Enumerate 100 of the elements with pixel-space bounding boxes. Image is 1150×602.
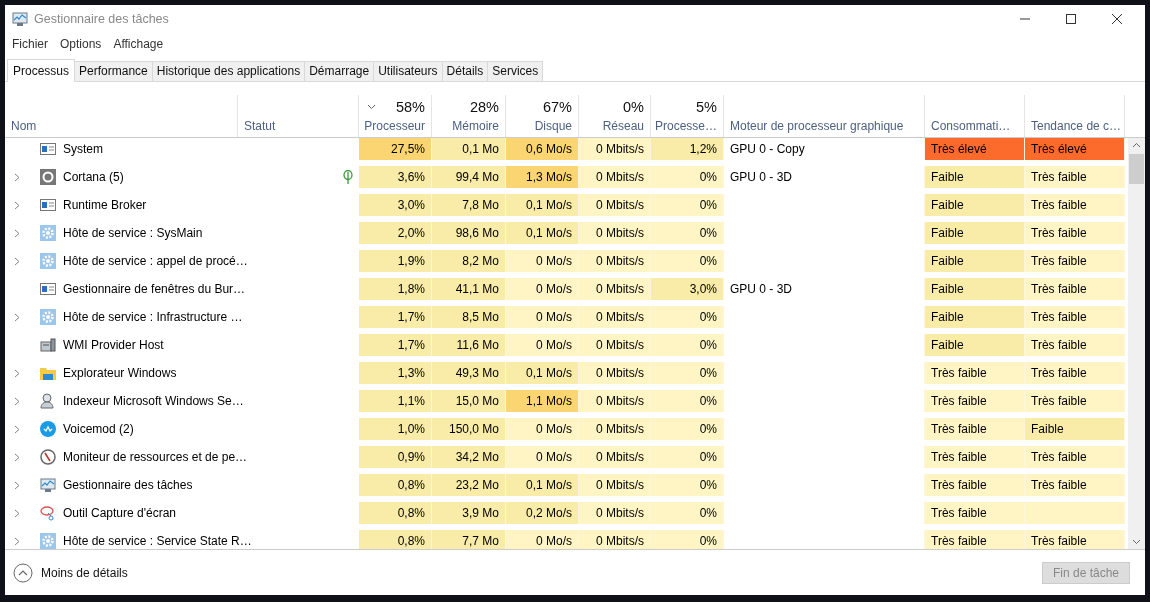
table-cell: 0,8% xyxy=(359,474,432,496)
process-row[interactable]: Hôte de service : Service State R… 0,8% 7,7 Mo 0 Mo/s 0 Mbits/s 0% Très faible Très faible xyxy=(5,530,1125,549)
table-cell: Très faible xyxy=(1025,194,1125,216)
tab[interactable]: Utilisateurs xyxy=(373,61,443,81)
window-title: Gestionnaire des tâches xyxy=(34,12,170,26)
chevron-right-icon[interactable] xyxy=(14,368,20,378)
chevron-right-icon[interactable] xyxy=(14,200,20,210)
column-label: Processeur xyxy=(364,119,425,133)
menu-item[interactable]: Options xyxy=(60,37,102,51)
process-row[interactable]: Outil Capture d'écran 0,8% 3,9 Mo 0,2 Mo/s 0 Mbits/s 0% Très faible xyxy=(5,502,1125,530)
table-cell: 0,9% xyxy=(359,446,432,468)
user-magnifier-icon xyxy=(40,393,56,409)
process-name: Indexeur Microsoft Windows Se… xyxy=(63,394,244,408)
tab[interactable]: Détails xyxy=(441,61,489,81)
gear-icon xyxy=(40,253,56,269)
chevron-right-icon[interactable] xyxy=(14,536,20,546)
process-row[interactable]: Hôte de service : appel de procé… 1,9% 8,2 Mo 0 Mo/s 0 Mbits/s 0% Faible Très faible xyxy=(5,250,1125,278)
usage-percent: 5% xyxy=(696,99,717,115)
column-header[interactable]: 28% Mémoire xyxy=(432,95,506,137)
column-header[interactable]: Moteur de processeur graphique xyxy=(724,95,925,137)
tab[interactable]: Historique des applications xyxy=(151,61,306,81)
table-cell: 3,6% xyxy=(359,166,432,188)
column-label: Processe… xyxy=(654,119,717,133)
process-row[interactable]: System 27,5% 0,1 Mo 0,6 Mo/s 0 Mbits/s 1,2% GPU 0 - Copy Très élevé Très élevé xyxy=(5,138,1125,166)
process-name: Hôte de service : appel de procé… xyxy=(63,254,248,268)
scrollbar-thumb[interactable] xyxy=(1129,154,1144,184)
process-row[interactable]: Cortana (5) 3,6% 99,4 Mo 1,3 Mo/s 0 Mbits/s 0% GPU 0 - 3D Faible Très faible xyxy=(5,166,1125,194)
column-header[interactable]: Statut xyxy=(238,95,359,137)
table-cell: 3,0% xyxy=(651,278,724,300)
table-cell: Très élevé xyxy=(925,138,1025,160)
table-cell: Très faible xyxy=(1025,166,1125,188)
process-row[interactable]: Runtime Broker 3,0% 7,8 Mo 0,1 Mo/s 0 Mbits/s 0% Faible Très faible xyxy=(5,194,1125,222)
menu-item[interactable]: Fichier xyxy=(12,37,48,51)
table-cell: 0% xyxy=(651,362,724,384)
chevron-right-icon[interactable] xyxy=(14,228,20,238)
process-name: System xyxy=(63,142,103,156)
column-header[interactable]: 0% Réseau xyxy=(579,95,651,137)
process-row[interactable]: Explorateur Windows 1,3% 49,3 Mo 0,1 Mo/s 0 Mbits/s 0% Très faible Très faible xyxy=(5,362,1125,390)
table-cell: Très faible xyxy=(925,474,1025,496)
chevron-right-icon[interactable] xyxy=(14,424,20,434)
table-cell: 34,2 Mo xyxy=(432,446,506,468)
table-cell: 0 Mbits/s xyxy=(579,250,651,272)
table-cell: 0 Mbits/s xyxy=(579,334,651,356)
menu-item[interactable]: Affichage xyxy=(113,37,164,51)
gear-icon xyxy=(40,533,56,549)
table-cell: 0% xyxy=(651,306,724,328)
table-cell: 3,9 Mo xyxy=(432,502,506,524)
column-header[interactable]: Consommati… xyxy=(925,95,1025,137)
tab[interactable]: Démarrage xyxy=(304,61,375,81)
gauge-icon xyxy=(40,449,56,465)
column-header[interactable]: 58% Processeur xyxy=(359,95,432,137)
tab[interactable]: Processus xyxy=(7,59,76,82)
table-cell: 0,1 Mo/s xyxy=(506,474,579,496)
scrollbar[interactable] xyxy=(1128,138,1145,549)
process-row[interactable]: Indexeur Microsoft Windows Se… 1,1% 15,0 Mo 1,1 Mo/s 0 Mbits/s 0% Très faible Très faible xyxy=(5,390,1125,418)
usage-percent: 58% xyxy=(395,99,425,115)
process-row[interactable]: WMI Provider Host 1,7% 11,6 Mo 0 Mo/s 0 Mbits/s 0% Faible Très faible xyxy=(5,334,1125,362)
column-header[interactable]: 5% Processe… xyxy=(651,95,724,137)
table-cell: Très faible xyxy=(925,362,1025,384)
column-header[interactable]: Tendance de c… xyxy=(1025,95,1125,137)
chevron-right-icon[interactable] xyxy=(14,256,20,266)
process-row[interactable]: Hôte de service : SysMain 2,0% 98,6 Mo 0,1 Mo/s 0 Mbits/s 0% Faible Très faible xyxy=(5,222,1125,250)
table-cell: 0,1 Mo/s xyxy=(506,222,579,244)
chevron-right-icon[interactable] xyxy=(14,396,20,406)
process-row[interactable]: Moniteur de ressources et de pe… 0,9% 34,2 Mo 0 Mo/s 0 Mbits/s 0% Très faible Très faible xyxy=(5,446,1125,474)
table-cell: Très faible xyxy=(1025,250,1125,272)
fewer-details-link[interactable]: Moins de détails xyxy=(41,565,128,580)
chevron-right-icon[interactable] xyxy=(14,172,20,182)
table-cell: 0,1 Mo/s xyxy=(506,362,579,384)
maximize-icon[interactable] xyxy=(1065,13,1077,25)
tab[interactable]: Performance xyxy=(74,61,153,81)
collapse-up-icon[interactable] xyxy=(13,562,33,583)
tab[interactable]: Services xyxy=(487,61,544,81)
process-row[interactable]: Gestionnaire de fenêtres du Bur… 1,8% 41,1 Mo 0 Mo/s 0 Mbits/s 3,0% GPU 0 - 3D Faible Très faible xyxy=(5,278,1125,306)
scroll-down-icon[interactable] xyxy=(1132,539,1141,545)
table-cell: 0 Mbits/s xyxy=(579,222,651,244)
process-row[interactable]: Voicemod (2) 1,0% 150,0 Mo 0 Mo/s 0 Mbits/s 0% Très faible Faible xyxy=(5,418,1125,446)
column-label: Mémoire xyxy=(452,119,499,133)
column-header[interactable]: Nom xyxy=(5,95,238,137)
chevron-right-icon[interactable] xyxy=(14,480,20,490)
column-label: Réseau xyxy=(602,119,644,133)
process-name: Moniteur de ressources et de pe… xyxy=(63,450,248,464)
table-cell: 2,0% xyxy=(359,222,432,244)
table-cell: 0 Mbits/s xyxy=(579,194,651,216)
column-header[interactable]: 67% Disque xyxy=(506,95,579,137)
table-cell: 0 Mbits/s xyxy=(579,306,651,328)
scroll-up-icon[interactable] xyxy=(1132,142,1141,148)
gear-icon xyxy=(40,225,56,241)
table-cell: 15,0 Mo xyxy=(432,390,506,412)
chevron-right-icon[interactable] xyxy=(14,452,20,462)
process-row[interactable]: Hôte de service : Infrastructure … 1,7% 8,5 Mo 0 Mo/s 0 Mbits/s 0% Faible Très faible xyxy=(5,306,1125,334)
table-cell: 11,6 Mo xyxy=(432,334,506,356)
chevron-right-icon[interactable] xyxy=(14,312,20,322)
table-cell: Faible xyxy=(925,250,1025,272)
process-row[interactable]: Gestionnaire des tâches 0,8% 23,2 Mo 0,1 Mo/s 0 Mbits/s 0% Très faible Très faible xyxy=(5,474,1125,502)
chevron-right-icon[interactable] xyxy=(14,508,20,518)
close-icon[interactable] xyxy=(1111,13,1123,25)
table-cell: 0,1 Mo xyxy=(432,138,506,160)
table-cell: 0% xyxy=(651,166,724,188)
table-cell: Très élevé xyxy=(1025,138,1125,160)
